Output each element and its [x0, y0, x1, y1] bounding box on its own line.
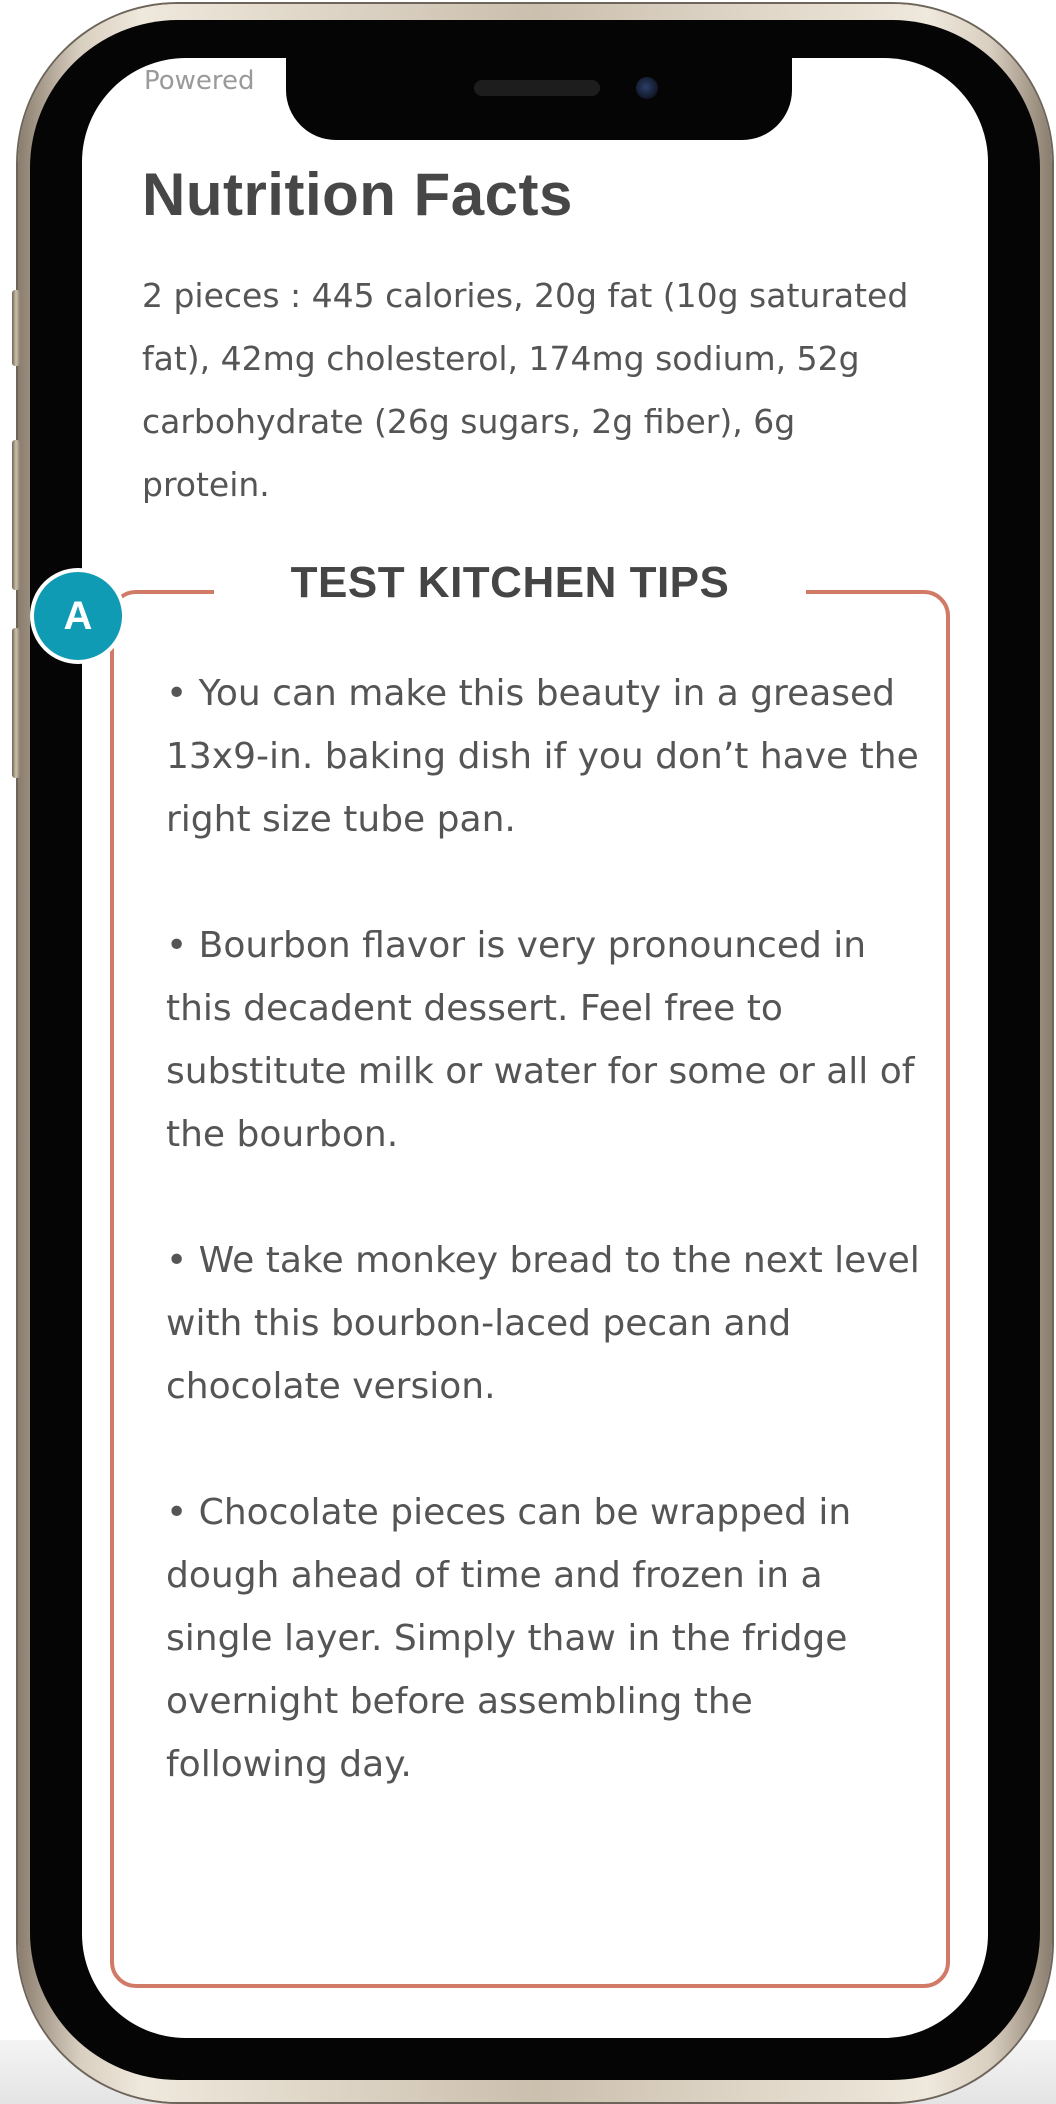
mute-switch [12, 290, 20, 366]
volume-up-button [12, 440, 20, 590]
nutrition-facts-title: Nutrition Facts [142, 161, 573, 228]
front-camera-icon [636, 77, 658, 99]
tips-list: • You can make this beauty in a greased … [166, 662, 926, 1859]
tip-item: • We take monkey bread to the next level… [166, 1240, 920, 1407]
phone-notch [286, 54, 792, 140]
powered-by-label: Powered [144, 66, 255, 96]
tip-item: • You can make this beauty in a greased … [166, 673, 919, 840]
volume-down-button [12, 628, 20, 778]
earpiece-speaker [474, 80, 600, 96]
nutrition-facts-summary: 2 pieces : 445 calories, 20g fat (10g sa… [142, 276, 909, 504]
annotation-badge: A [30, 568, 126, 664]
phone-screen[interactable]: Powered Nutrition Facts 2 pieces : 445 c… [82, 58, 988, 2038]
tip-item: • Bourbon flavor is very pronounced in t… [166, 925, 915, 1155]
tip-item: • Chocolate pieces can be wrapped in dou… [166, 1492, 852, 1785]
test-kitchen-tips-title: TEST KITCHEN TIPS [214, 558, 806, 608]
